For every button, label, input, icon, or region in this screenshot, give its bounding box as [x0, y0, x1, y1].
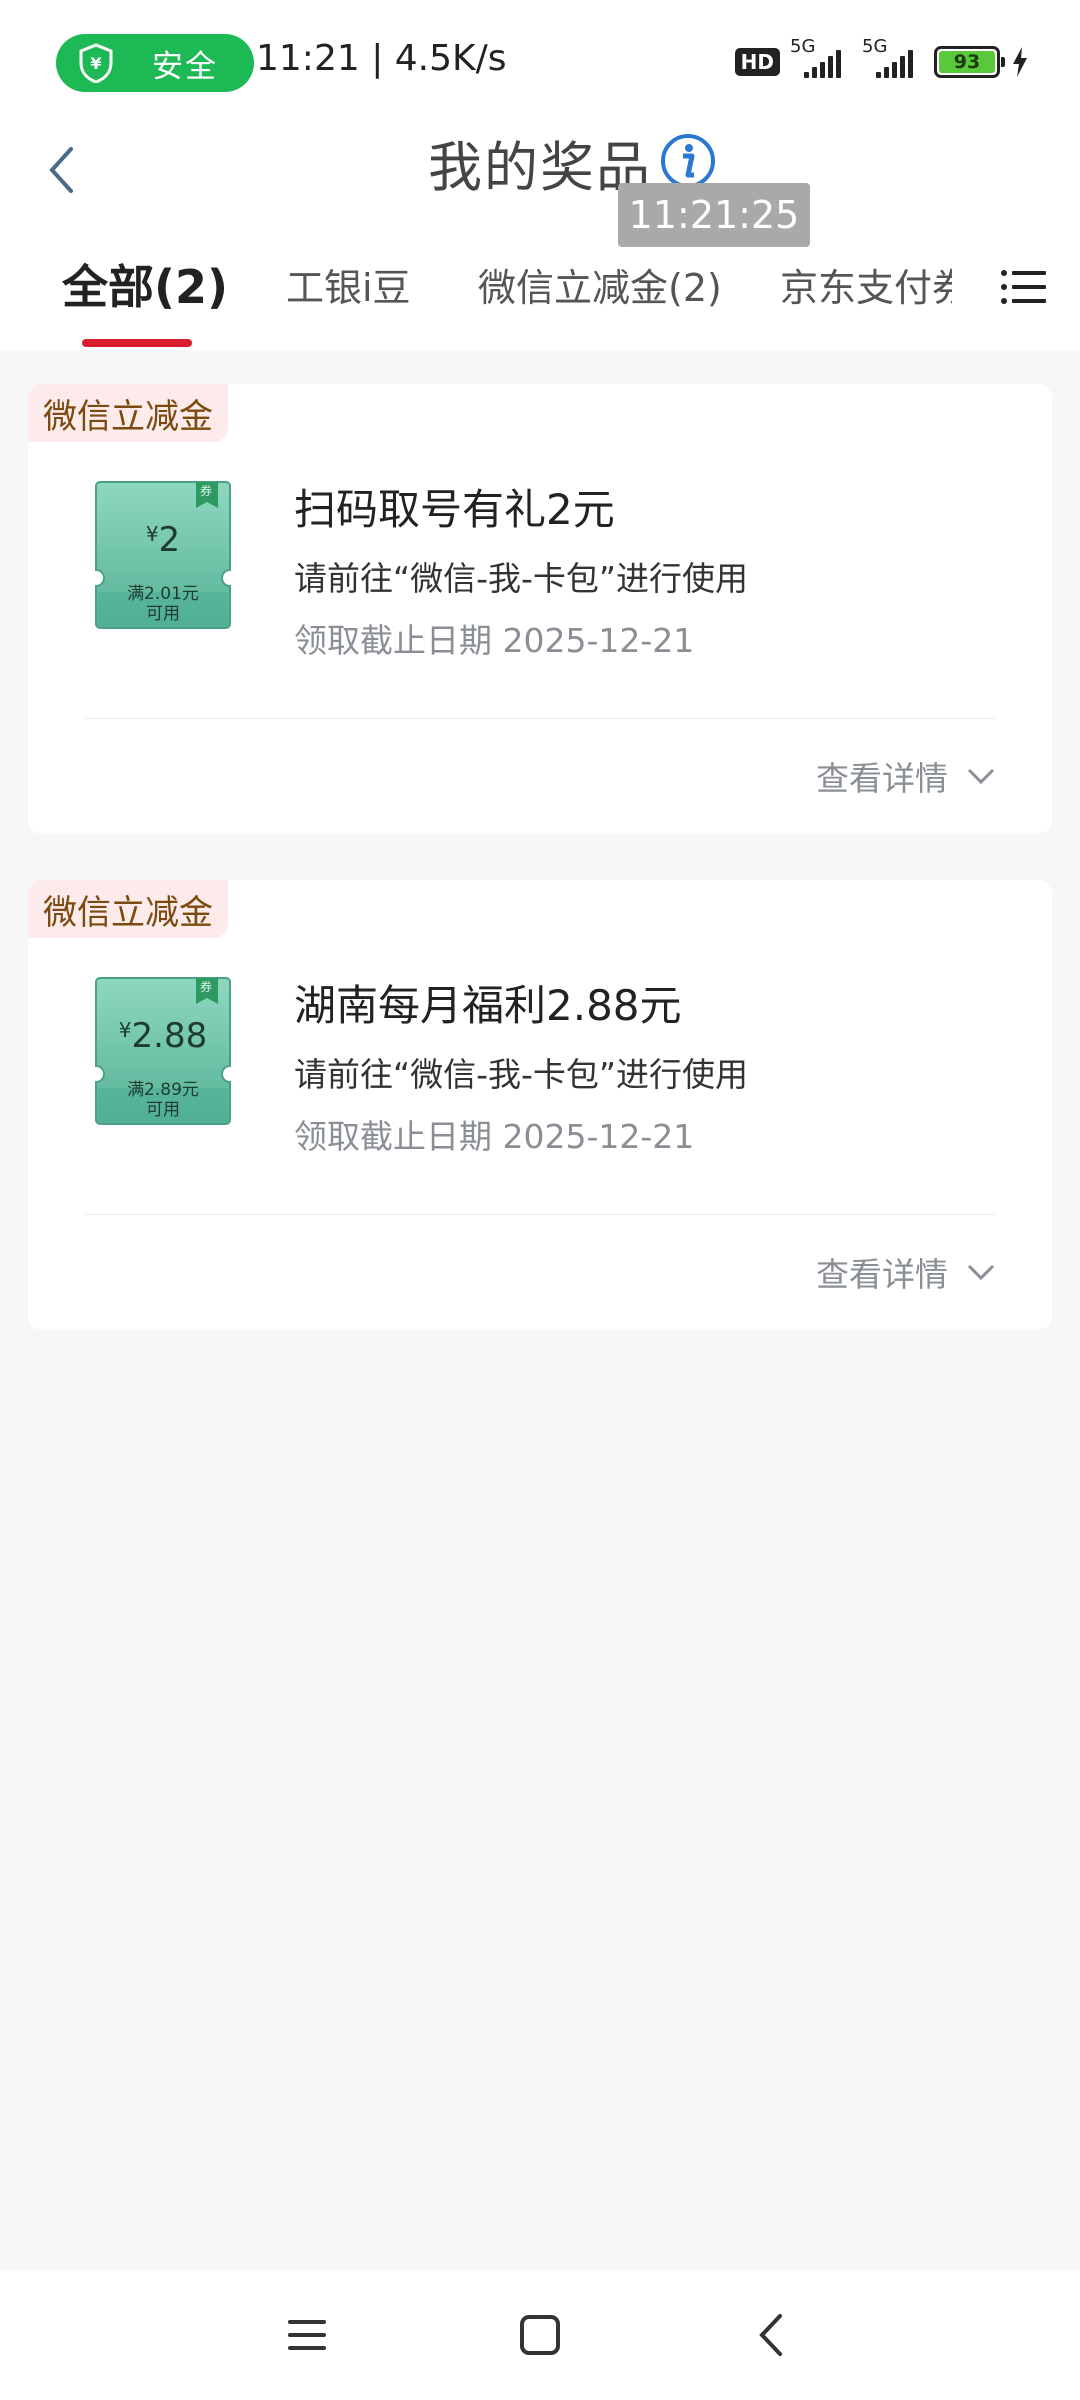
- chevron-down-icon: [967, 768, 995, 785]
- active-tab-indicator: [82, 339, 192, 347]
- svg-text:¥: ¥: [90, 54, 101, 73]
- status-time-speed: 11:21 | 4.5K/s: [256, 38, 507, 79]
- prize-instruction: 请前往“微信-我-卡包”进行使用: [294, 559, 749, 598]
- tab-bar: 全部(2) 工银i豆 微信立减金(2) 京东支付券: [0, 227, 1080, 350]
- security-label: 安全: [152, 48, 218, 85]
- timestamp-tooltip: 11:21:25: [618, 183, 810, 247]
- signal-icon: 5G: [862, 36, 924, 78]
- prize-card: 微信立减金 ¥2 满2.01元 可用 券 扫码取号有礼2元 请前往“微信-我-卡包…: [28, 384, 1052, 834]
- tab-icbc-beans[interactable]: 工银i豆: [286, 257, 411, 312]
- coupon-image: ¥2 满2.01元 可用 券: [94, 480, 232, 630]
- page-title: 我的奖品: [428, 136, 652, 199]
- network-type-label: 5G: [790, 36, 816, 57]
- menu-icon[interactable]: [282, 2310, 332, 2360]
- list-menu-icon[interactable]: [998, 261, 1050, 313]
- back-icon[interactable]: [748, 2310, 798, 2360]
- tab-jd-pay-coupon[interactable]: 京东支付券: [780, 257, 952, 317]
- coupon-mark: 券: [200, 484, 213, 498]
- app-header: 我的奖品: [0, 115, 1080, 227]
- prize-expiry-date: 领取截止日期 2025-12-21: [294, 621, 695, 660]
- prize-type-tag: 微信立减金: [28, 880, 228, 938]
- prize-name: 扫码取号有礼2元: [294, 485, 615, 534]
- prize-name: 湖南每月福利2.88元: [294, 981, 682, 1030]
- status-bar: ¥ 安全 11:21 | 4.5K/s HD 5G 5G 93: [0, 0, 1080, 115]
- tab-wechat-cashback[interactable]: 微信立减金(2): [478, 257, 722, 312]
- battery-icon: 93: [934, 46, 1005, 78]
- tab-all[interactable]: 全部(2): [62, 251, 228, 317]
- coupon-image: ¥2.88 满2.89元 可用 券: [94, 976, 232, 1126]
- coupon-amount: ¥2: [145, 520, 181, 560]
- coupon-amount: ¥2.88: [118, 1016, 208, 1056]
- tab-jd-pay-label: 京东支付券: [780, 266, 952, 310]
- divider: [84, 718, 996, 719]
- signal-icon: 5G: [790, 36, 852, 78]
- status-icons: HD 5G 5G 93: [734, 36, 1030, 86]
- hd-voice-icon: HD: [734, 48, 780, 76]
- prize-instruction: 请前往“微信-我-卡包”进行使用: [294, 1055, 749, 1094]
- system-nav-bar: [0, 2270, 1080, 2400]
- view-details-button[interactable]: 查看详情: [816, 752, 996, 800]
- chevron-down-icon: [967, 1264, 995, 1281]
- network-type-label: 5G: [862, 36, 888, 57]
- battery-level: 93: [939, 51, 995, 73]
- view-details-button[interactable]: 查看详情: [816, 1248, 996, 1296]
- prize-expiry-date: 领取截止日期 2025-12-21: [294, 1117, 695, 1156]
- charging-icon: [1013, 47, 1027, 77]
- view-details-label: 查看详情: [816, 1255, 948, 1294]
- prize-type-tag: 微信立减金: [28, 384, 228, 442]
- divider: [84, 1214, 996, 1215]
- view-details-label: 查看详情: [816, 759, 948, 798]
- prize-card: 微信立减金 ¥2.88 满2.89元 可用 券 湖南每月福利2.88元 请前往“微…: [28, 880, 1052, 1330]
- coupon-mark: 券: [200, 980, 213, 994]
- coupon-condition: 满2.01元 可用: [127, 584, 199, 624]
- coupon-condition: 满2.89元 可用: [127, 1080, 199, 1120]
- info-icon[interactable]: [660, 133, 716, 189]
- security-status-pill[interactable]: ¥ 安全: [56, 34, 254, 92]
- shield-yen-icon: ¥: [79, 43, 113, 83]
- home-icon[interactable]: [515, 2310, 565, 2360]
